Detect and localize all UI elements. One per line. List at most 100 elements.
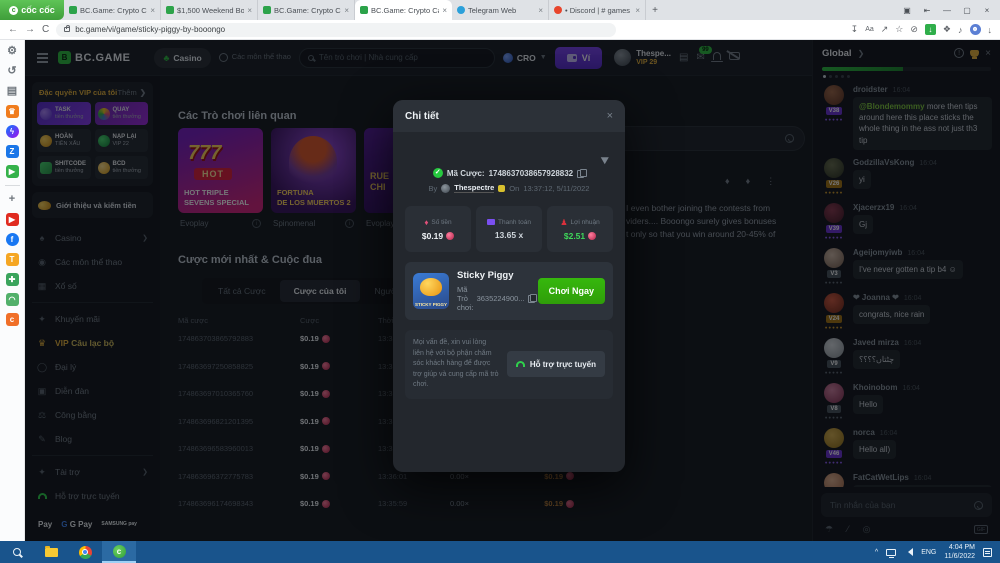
back-button[interactable]: ←	[8, 24, 18, 35]
folder-icon	[45, 548, 58, 557]
coccoc-brand-label: cốc cốc	[21, 5, 55, 15]
stat-payout: Thanh toán 13.65 x	[476, 206, 542, 252]
shop-shortcut-icon[interactable]: ✚	[6, 273, 19, 286]
youtube-icon[interactable]: ▶	[6, 213, 19, 226]
tab-bcgame-1[interactable]: BC.Game: Crypto Casino Gan ×	[64, 0, 161, 20]
tab-label: BC.Game: Crypto Casino Gan	[371, 6, 439, 15]
tiki-shortcut-icon[interactable]: T	[6, 253, 19, 266]
edu-shortcut-icon[interactable]: ◠	[6, 293, 19, 306]
vip-crown-icon[interactable]: ♛	[6, 105, 19, 118]
share-icon[interactable]: ↗	[881, 24, 889, 35]
savior-extension-icon[interactable]: ♪	[958, 25, 963, 35]
facebook-icon[interactable]: f	[6, 233, 19, 246]
coin-icon	[446, 232, 454, 240]
tab-label: $1,500 Weekend Booongo M	[177, 6, 244, 15]
tab-close-icon[interactable]: ×	[344, 6, 349, 15]
zalo-icon[interactable]: Z	[6, 145, 19, 158]
tab-label: Telegram Web	[468, 6, 535, 15]
modal-header: Chi tiết ×	[393, 100, 625, 132]
browser-sidebar: ⚙ ↺ ▤ ♛ ϟ Z ▶ + ▶ f T ✚ ◠ c	[0, 40, 25, 541]
taskbar-search-button[interactable]	[0, 541, 34, 563]
browser-toolbar: ← → C bc.game/vi/game/sticky-piggy-by-bo…	[0, 20, 1000, 40]
discord-favicon	[554, 6, 562, 14]
settings-gear-icon[interactable]: ⚙	[6, 45, 19, 58]
bet-username[interactable]: Thespectre	[454, 183, 494, 193]
bet-id-label: Mã Cược:	[447, 169, 485, 178]
adblock-icon[interactable]: ⊘	[910, 24, 918, 35]
tab-label: • Discord | # games | BC G	[565, 6, 632, 15]
amount-icon: ♦	[424, 218, 428, 227]
bcgame-favicon	[69, 6, 77, 14]
volume-icon[interactable]	[904, 548, 913, 556]
close-window-button[interactable]: ×	[978, 6, 996, 15]
sidebar-divider	[5, 185, 20, 186]
chrome-icon	[79, 546, 92, 559]
window-controls: ▣ ⇤ — ▢ ×	[898, 0, 1000, 20]
tab-close-icon[interactable]: ×	[150, 6, 155, 15]
maximize-button[interactable]: ▢	[958, 6, 976, 15]
extension-icon[interactable]: ❖	[943, 24, 951, 35]
tray-expand-icon[interactable]: ^	[875, 549, 878, 556]
copy-icon[interactable]	[528, 294, 536, 303]
network-icon[interactable]	[886, 549, 896, 556]
tab-close-icon[interactable]: ×	[442, 6, 447, 15]
tab-close-icon[interactable]: ×	[635, 6, 640, 15]
downloads-icon[interactable]: ↓	[988, 25, 993, 35]
profile-icon[interactable]: ☻	[970, 24, 981, 35]
tab-telegram[interactable]: Telegram Web ×	[452, 0, 549, 20]
tab-bcgame-active[interactable]: BC.Game: Crypto Casino Gan ×	[355, 0, 452, 20]
bookmark-star-icon[interactable]: ☆	[895, 24, 903, 35]
games-icon[interactable]: ▶	[6, 165, 19, 178]
translate-icon[interactable]: Aa	[865, 26, 874, 33]
headset-icon	[516, 361, 525, 367]
mini-avatar	[441, 184, 450, 193]
notification-center-icon[interactable]	[983, 548, 992, 557]
windows-taskbar: c ^ ENG 4:04 PM 11/6/2022	[0, 541, 1000, 563]
feed-icon[interactable]: ▤	[6, 85, 19, 98]
tab-label: BC.Game: Crypto Casino Gan	[80, 6, 147, 15]
language-indicator[interactable]: ENG	[921, 549, 936, 556]
address-bar[interactable]: bc.game/vi/game/sticky-piggy-by-booongo	[56, 23, 616, 37]
reload-button[interactable]: C	[42, 24, 49, 35]
tab-discord[interactable]: • Discord | # games | BC G ×	[549, 0, 646, 20]
taskbar-chrome-button[interactable]	[68, 541, 102, 563]
on-label: On	[509, 184, 519, 193]
copy-icon[interactable]	[577, 169, 585, 178]
cart-shortcut-icon[interactable]: c	[6, 313, 19, 326]
taskbar-coccoc-button[interactable]: c	[102, 541, 136, 563]
tab-capture-icon[interactable]: ▣	[898, 6, 916, 15]
tab-booongo-promo[interactable]: $1,500 Weekend Booongo M ×	[161, 0, 258, 20]
game-name: Sticky Piggy	[457, 270, 530, 281]
new-tab-button[interactable]: +	[646, 0, 664, 20]
toolbar-icons: ↧ Aa ↗ ☆ ⊘ ↓ ❖ ♪ ☻ ↓	[851, 24, 992, 35]
messenger-icon[interactable]: ϟ	[6, 125, 19, 138]
taskbar-clock[interactable]: 4:04 PM 11/6/2022	[944, 543, 975, 561]
forward-button[interactable]: →	[25, 24, 35, 35]
sticky-piggy-thumbnail[interactable]: STICKY PIGGY	[413, 273, 449, 309]
tab-close-icon[interactable]: ×	[538, 6, 543, 15]
history-icon[interactable]: ↺	[6, 65, 19, 78]
bet-details-modal: Chi tiết × ✓ Mã Cược: 174863703865792883…	[393, 100, 625, 472]
play-now-button[interactable]: Chơi Ngay	[538, 278, 605, 304]
bcgame-favicon	[166, 6, 174, 14]
url-text[interactable]: bc.game/vi/game/sticky-piggy-by-booongo	[75, 25, 225, 34]
stat-profit: ♟Lợi nhuận $2.51	[547, 206, 613, 252]
medal-badge-icon	[498, 185, 505, 192]
verified-check-icon: ✓	[433, 168, 443, 178]
payout-icon	[487, 219, 495, 225]
tab-bcgame-2[interactable]: BC.Game: Crypto Casino Gan ×	[258, 0, 355, 20]
share-icon[interactable]	[601, 152, 615, 164]
live-support-button[interactable]: Hỗ trợ trực tuyến	[507, 351, 605, 377]
coccoc-downloader-icon[interactable]: ↓	[925, 24, 936, 35]
add-shortcut-icon[interactable]: +	[6, 193, 19, 206]
coccoc-menu-button[interactable]: c cốc cốc	[0, 0, 64, 20]
minimize-button[interactable]: —	[938, 6, 956, 15]
coccoc-icon: c	[113, 545, 126, 558]
bet-stats: ♦Số tiền $0.19 Thanh toán 13.65 x ♟Lợi n…	[405, 206, 613, 252]
taskbar-explorer-button[interactable]	[34, 541, 68, 563]
pin-window-icon[interactable]: ⇤	[918, 6, 936, 15]
save-page-icon[interactable]: ↧	[851, 24, 859, 35]
lock-icon	[64, 27, 70, 32]
tab-close-icon[interactable]: ×	[247, 6, 252, 15]
modal-close-icon[interactable]: ×	[607, 110, 613, 122]
